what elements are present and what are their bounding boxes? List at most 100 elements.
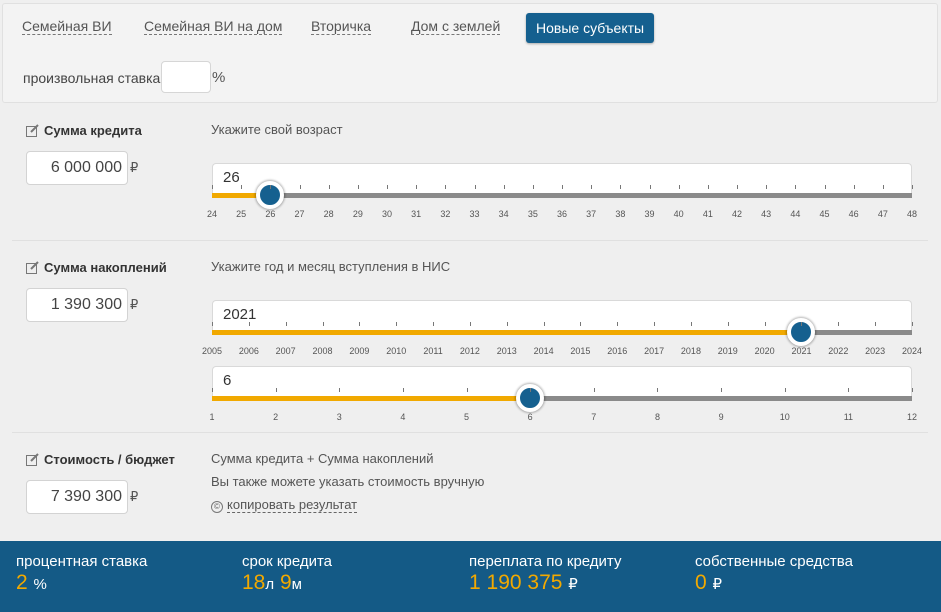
month-tick-mark <box>593 388 595 392</box>
divider <box>12 432 928 433</box>
year-tick-mark <box>838 322 840 326</box>
result-overpayment: переплата по кредиту 1 190 375 ₽ <box>469 553 621 595</box>
age-tick-mark <box>824 185 826 189</box>
month-track[interactable] <box>212 384 912 412</box>
age-tick-mark <box>737 185 738 189</box>
age-tick-mark <box>532 185 534 189</box>
year-tick-label: 2010 <box>386 346 407 356</box>
month-tick-mark <box>212 388 213 392</box>
month-tick-mark <box>848 388 850 392</box>
credit-amount-title-text: Сумма кредита <box>44 123 142 138</box>
tab-house-with-land[interactable]: Дом с землей <box>411 18 501 35</box>
month-tick-mark <box>530 388 532 392</box>
age-tick-mark <box>241 185 243 189</box>
result-overpayment-label: переплата по кредиту <box>469 553 622 570</box>
year-tick-label: 2007 <box>275 346 296 356</box>
month-tick-label: 6 <box>527 412 533 422</box>
year-track[interactable] <box>212 318 912 346</box>
age-tick-mark <box>562 185 563 189</box>
year-tick-label: 2008 <box>312 346 333 356</box>
year-fill <box>212 330 802 335</box>
month-tick-label: 7 <box>591 412 597 422</box>
age-tick-mark <box>445 185 447 189</box>
copy-result-label: копировать результат <box>227 497 358 513</box>
year-tick-mark <box>617 322 619 326</box>
custom-rate-input[interactable] <box>161 61 211 93</box>
month-tick-mark <box>721 388 723 392</box>
year-tick-mark <box>248 322 250 326</box>
result-term-years-unit: л <box>265 576 275 593</box>
year-tick-label: 2022 <box>828 346 849 356</box>
year-tick-label: 2024 <box>901 346 923 356</box>
result-rate-label: процентная ставка <box>16 553 148 570</box>
age-tick-mark <box>620 185 622 189</box>
month-tick-label: 9 <box>718 412 724 422</box>
year-tick-mark <box>433 322 435 326</box>
savings-amount-input[interactable]: 1 390 300 <box>26 288 128 322</box>
result-own-funds: собственные средства 0 ₽ <box>695 553 853 595</box>
copy-result-link[interactable]: © копировать результат <box>211 497 358 513</box>
year-tick-mark <box>285 322 287 326</box>
result-rate-value: 2 <box>16 571 28 594</box>
age-tick-mark <box>474 185 476 189</box>
age-tick-mark <box>503 185 505 189</box>
month-tick-mark <box>466 388 468 392</box>
year-tick-mark <box>690 322 692 326</box>
result-rate-unit: % <box>33 576 47 593</box>
month-tick-mark <box>912 388 913 392</box>
result-rate: процентная ставка 2 % <box>16 553 147 595</box>
savings-title: Сумма накоплений <box>26 260 167 275</box>
edit-icon[interactable] <box>26 261 39 274</box>
month-tick-mark <box>784 388 786 392</box>
age-tick-mark <box>299 185 301 189</box>
edit-icon[interactable] <box>26 453 39 466</box>
savings-currency: ₽ <box>130 297 139 312</box>
budget-title-text: Стоимость / бюджет <box>44 452 175 467</box>
year-tick-label: 2005 <box>201 346 223 356</box>
credit-currency: ₽ <box>130 160 139 175</box>
tab-new-regions[interactable]: Новые субъекты <box>526 13 655 43</box>
month-tick-label: 4 <box>400 412 406 422</box>
custom-rate-unit: % <box>212 69 226 86</box>
year-tick-label: 2015 <box>570 346 591 356</box>
tab-family-mortgage-house[interactable]: Семейная ВИ на дом <box>144 18 283 35</box>
year-tick-mark <box>506 322 508 326</box>
month-value: 6 <box>212 366 912 398</box>
divider <box>12 240 928 241</box>
year-tick-mark <box>764 322 766 326</box>
year-tick-label: 2018 <box>680 346 701 356</box>
year-tick-label: 2014 <box>533 346 554 356</box>
age-value: 26 <box>212 163 912 195</box>
year-tick-label: 2017 <box>644 346 665 356</box>
month-tick-label: 10 <box>779 412 790 422</box>
result-own-funds-label: собственные средства <box>695 553 853 570</box>
age-tick-mark <box>357 185 359 189</box>
budget-amount-input[interactable]: 7 390 300 <box>26 480 128 514</box>
year-tick-label: 2006 <box>238 346 259 356</box>
year-tick-label: 2021 <box>791 346 812 356</box>
tab-secondary[interactable]: Вторичка <box>311 18 372 35</box>
age-track[interactable] <box>212 181 912 209</box>
month-tick-label: 5 <box>464 412 470 422</box>
edit-icon[interactable] <box>26 124 39 137</box>
credit-amount-input[interactable]: 6 000 000 <box>26 151 128 185</box>
result-overpayment-value: 1 190 375 <box>469 571 563 594</box>
budget-hint-sum: Сумма кредита + Сумма накоплений <box>211 451 434 466</box>
age-tick-mark <box>416 185 418 189</box>
year-tick-mark <box>359 322 361 326</box>
year-tick-label: 2009 <box>349 346 370 356</box>
budget-hint-manual: Вы также можете указать стоимость вручну… <box>211 474 485 489</box>
age-tick-mark <box>795 185 797 189</box>
year-tick-mark <box>396 322 398 326</box>
month-tick-label: 11 <box>843 412 854 422</box>
age-tick-mark <box>678 185 680 189</box>
result-own-funds-unit: ₽ <box>712 576 723 593</box>
credit-amount-title: Сумма кредита <box>26 123 142 138</box>
age-tick-mark <box>270 185 272 189</box>
year-tick-label: 2020 <box>754 346 775 356</box>
year-tick-mark <box>727 322 729 326</box>
copy-icon: © <box>211 501 223 513</box>
year-tick-mark <box>469 322 471 326</box>
age-tick-label: 48 <box>906 209 917 219</box>
tab-family-mortgage[interactable]: Семейная ВИ <box>22 18 112 35</box>
